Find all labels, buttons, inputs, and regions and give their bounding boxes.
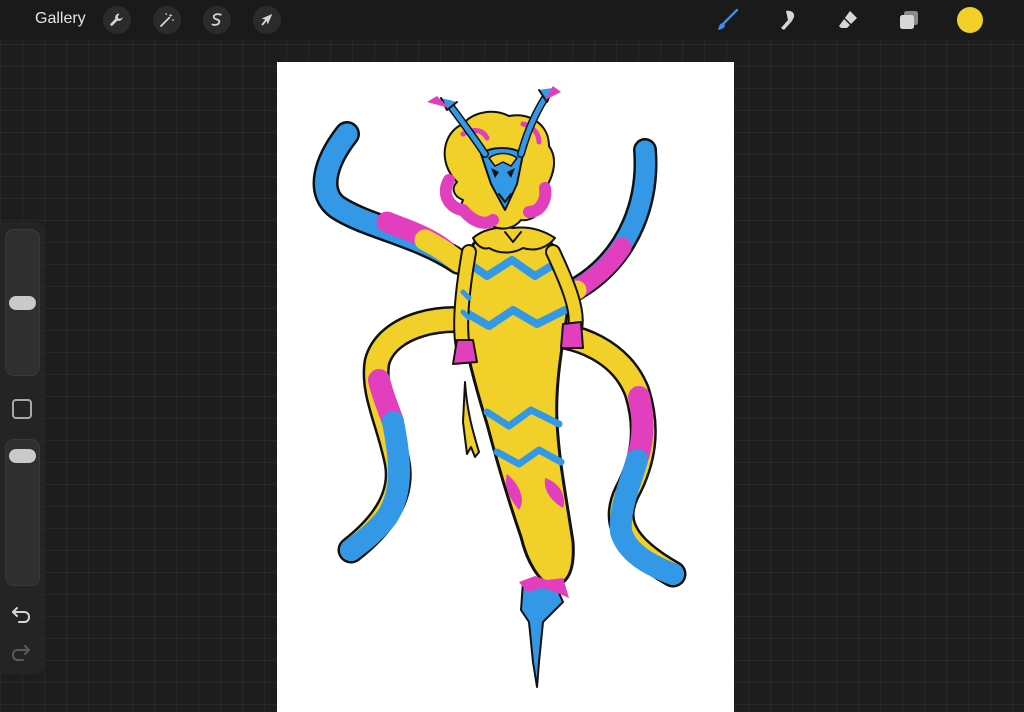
brush-size-thumb[interactable] bbox=[9, 296, 36, 310]
procreate-app: Gallery bbox=[0, 0, 1024, 712]
robe-body bbox=[457, 236, 575, 589]
brush-icon bbox=[718, 8, 739, 30]
brush-size-slider[interactable] bbox=[5, 229, 40, 376]
opacity-slider[interactable] bbox=[5, 439, 40, 586]
eraser-tool-button[interactable] bbox=[834, 6, 862, 34]
drawing-canvas[interactable] bbox=[277, 62, 734, 712]
magic-wand-icon bbox=[160, 13, 174, 27]
layers-icon bbox=[900, 11, 918, 29]
selection-button[interactable] bbox=[203, 6, 231, 34]
left-sidebar bbox=[0, 222, 44, 674]
transform-button[interactable] bbox=[253, 6, 281, 34]
wrench-icon bbox=[110, 13, 123, 26]
gallery-button[interactable]: Gallery bbox=[35, 9, 86, 29]
robe-tail bbox=[520, 579, 564, 688]
actions-button[interactable] bbox=[103, 6, 131, 34]
top-toolbar: Gallery bbox=[0, 0, 1024, 40]
undo-button[interactable] bbox=[10, 605, 32, 625]
color-picker-button[interactable] bbox=[957, 7, 983, 33]
selection-s-icon bbox=[211, 13, 222, 26]
brush-tool-button[interactable] bbox=[714, 6, 742, 34]
modify-button[interactable] bbox=[12, 399, 32, 419]
redo-arrow-icon bbox=[11, 645, 30, 661]
arrow-cursor-icon bbox=[261, 14, 273, 26]
opacity-thumb[interactable] bbox=[9, 449, 36, 463]
smudge-icon bbox=[781, 10, 795, 30]
undo-arrow-icon bbox=[12, 607, 31, 623]
layers-button[interactable] bbox=[895, 6, 923, 34]
smudge-tool-button[interactable] bbox=[774, 6, 802, 34]
eraser-icon bbox=[839, 11, 857, 28]
adjustments-button[interactable] bbox=[153, 6, 181, 34]
redo-button[interactable] bbox=[10, 643, 32, 663]
character-artwork bbox=[312, 86, 687, 688]
